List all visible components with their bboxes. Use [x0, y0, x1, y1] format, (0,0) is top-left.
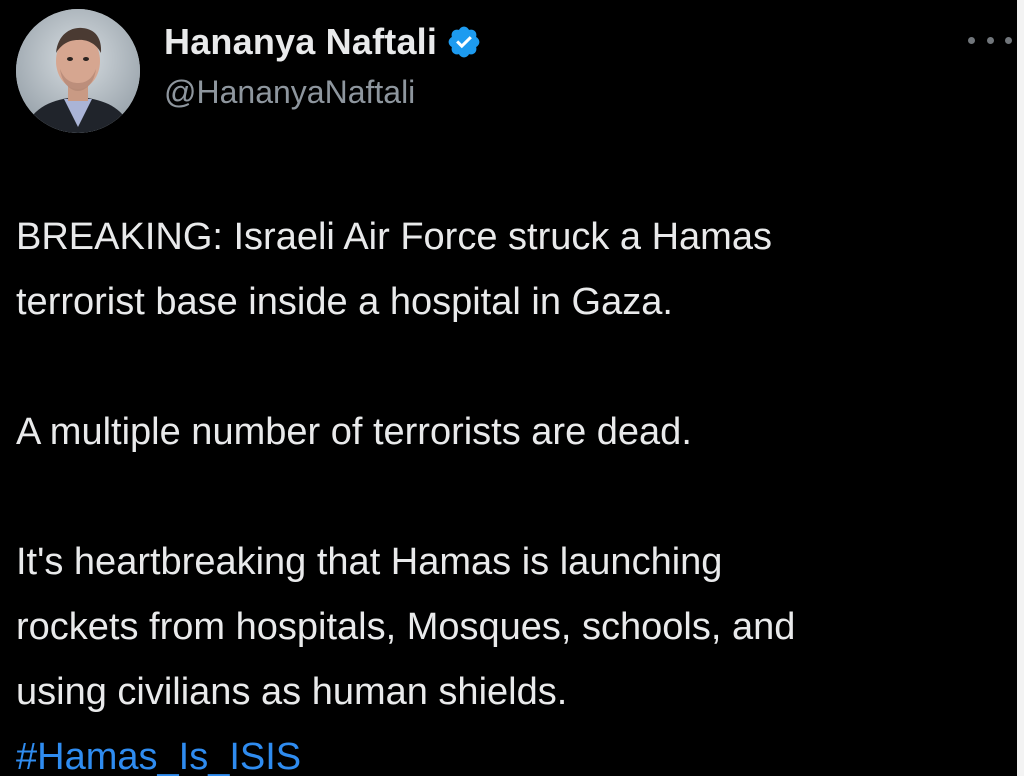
verified-badge-icon [448, 26, 480, 58]
author-avatar[interactable] [16, 9, 140, 133]
author-name-row: Hananya Naftali [164, 19, 482, 65]
hashtag-link[interactable]: #Hamas_Is_ISIS [16, 736, 301, 776]
screenshot-frame: Hananya Naftali @HananyaNaftali BREAKING… [0, 0, 1024, 776]
author-display-name[interactable]: Hananya Naftali [164, 21, 437, 63]
profile-photo [16, 9, 140, 133]
tweet-card[interactable]: Hananya Naftali @HananyaNaftali BREAKING… [0, 0, 1017, 776]
more-dot [986, 36, 994, 44]
page-edge [1017, 0, 1024, 776]
more-options-icon[interactable] [968, 26, 1012, 54]
author-handle[interactable]: @HananyaNaftali [164, 74, 415, 111]
tweet-paragraph: It's heartbreaking that Hamas is launchi… [16, 541, 796, 713]
more-dot [1005, 36, 1012, 44]
tweet-paragraph: BREAKING: Israeli Air Force struck a Ham… [16, 216, 772, 323]
tweet-paragraph: A multiple number of terrorists are dead… [16, 411, 692, 453]
more-dot [968, 36, 975, 44]
tweet-text: BREAKING: Israeli Air Force struck a Ham… [16, 205, 1016, 776]
